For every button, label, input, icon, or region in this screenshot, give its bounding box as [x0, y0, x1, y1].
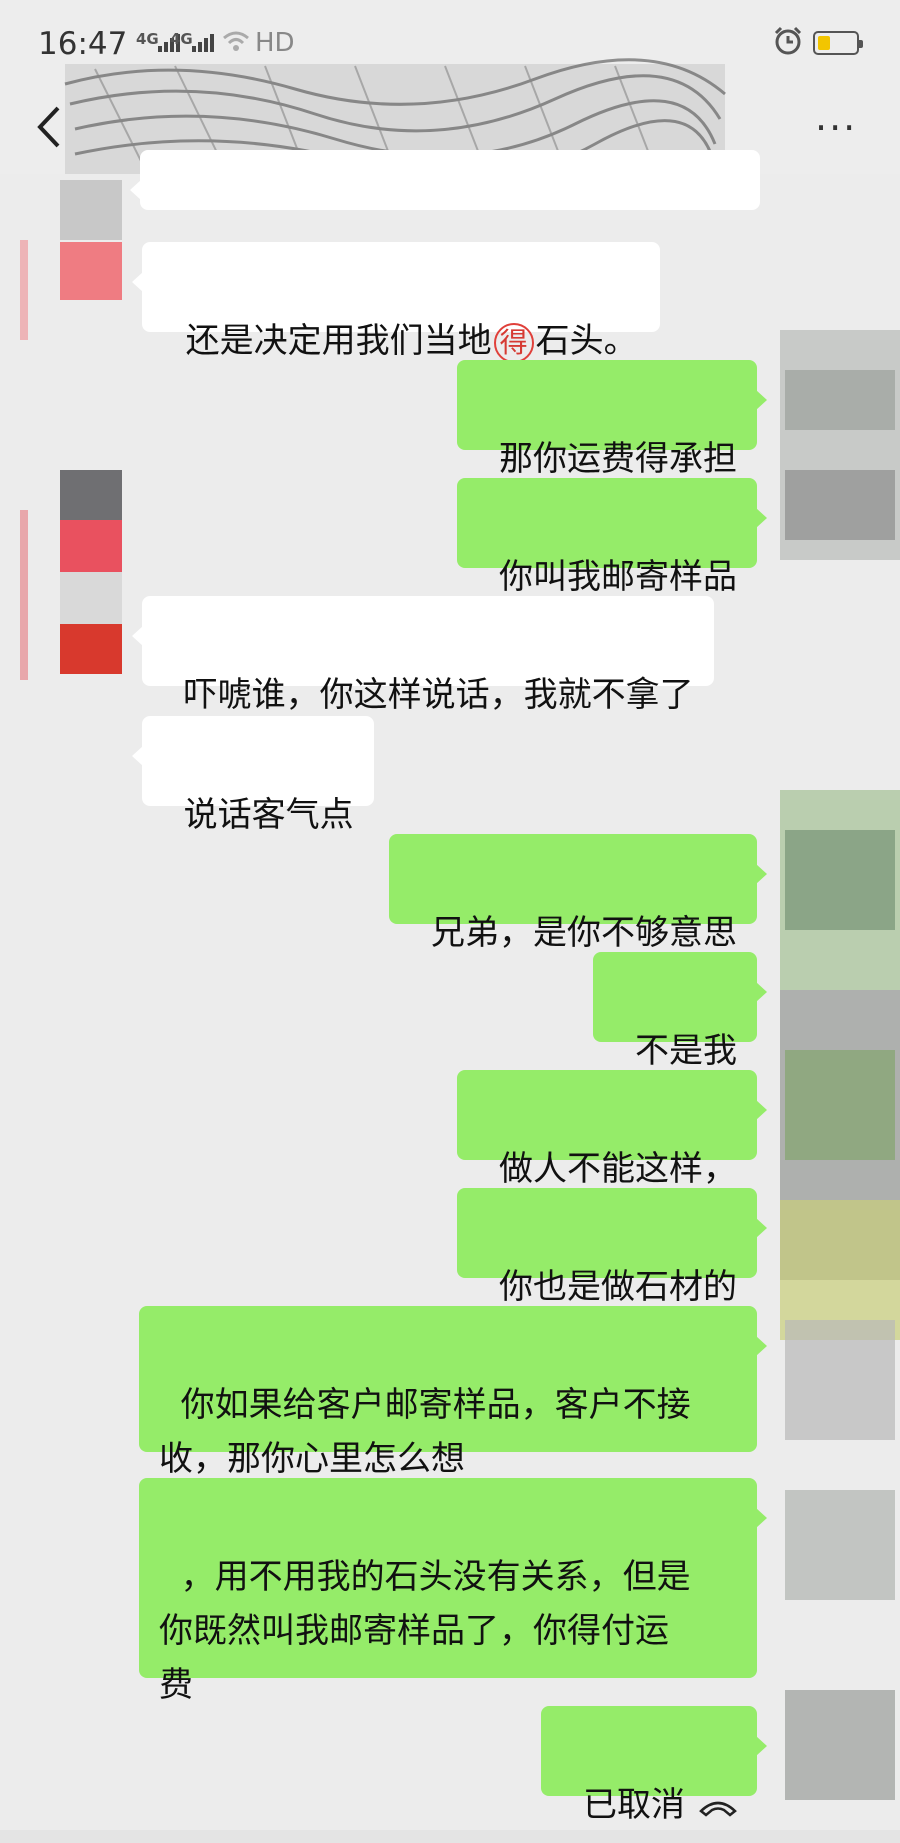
call-cancelled-bubble[interactable]: 已取消 — [541, 1706, 767, 1825]
message-bubble-outgoing[interactable]: 做人不能这样， — [457, 1070, 767, 1189]
message-bubble-outgoing[interactable]: ，用不用我的石头没有关系，但是 你既然叫我邮寄样品了，你得付运 费 — [139, 1478, 767, 1705]
message-bubble-incoming[interactable]: 吓唬谁，你这样说话，我就不拿了 — [132, 596, 714, 715]
circled-character: 得 — [493, 322, 534, 363]
more-dots-icon[interactable]: ··· — [815, 109, 857, 147]
message-text: 石头。 — [535, 321, 638, 361]
message-text: 你也是做石材的 — [499, 1267, 737, 1307]
message-text: 不是我 — [635, 1031, 737, 1071]
message-text: 你叫我邮寄样品 — [499, 557, 737, 597]
alarm-clock-icon — [774, 26, 802, 55]
redacted-avatar — [20, 180, 122, 680]
message-bubble-outgoing[interactable]: 你如果给客户邮寄样品，客户不接 收，那你心里怎么想 — [139, 1306, 767, 1479]
message-bubble-incoming[interactable]: 还是决定用我们当地得石头。 — [132, 242, 660, 363]
message-bubble-partial — [130, 150, 760, 210]
message-text: 兄弟，是你不够意思 — [431, 913, 737, 953]
phone-hangup-icon — [699, 1801, 737, 1817]
message-text: 那你运费得承担 — [499, 439, 737, 479]
message-text: 已取消 — [583, 1785, 685, 1825]
message-bubble-outgoing[interactable]: 你也是做石材的 — [457, 1188, 767, 1307]
message-bubble-outgoing[interactable]: 那你运费得承担 — [457, 360, 767, 479]
message-text: 还是决定用我们当地 — [185, 321, 492, 361]
message-text: 你如果给客户邮寄样品，客户不接 收，那你心里怎么想 — [159, 1385, 691, 1479]
message-bubble-incoming[interactable]: 说话客气点 — [132, 716, 374, 835]
battery-low-icon — [813, 31, 863, 55]
redacted-avatar — [780, 330, 900, 1800]
bottom-edge — [0, 1830, 900, 1843]
message-text: ，用不用我的石头没有关系，但是 你既然叫我邮寄样品了，你得付运 费 — [159, 1557, 691, 1705]
message-bubble-outgoing[interactable]: 你叫我邮寄样品 — [457, 478, 767, 597]
message-text: 做人不能这样， — [499, 1149, 737, 1189]
message-text: 说话客气点 — [183, 795, 354, 835]
message-bubble-outgoing[interactable]: 兄弟，是你不够意思 — [389, 834, 767, 953]
message-bubble-outgoing[interactable]: 不是我 — [593, 952, 767, 1071]
message-text: 吓唬谁，你这样说话，我就不拿了 — [183, 675, 694, 715]
